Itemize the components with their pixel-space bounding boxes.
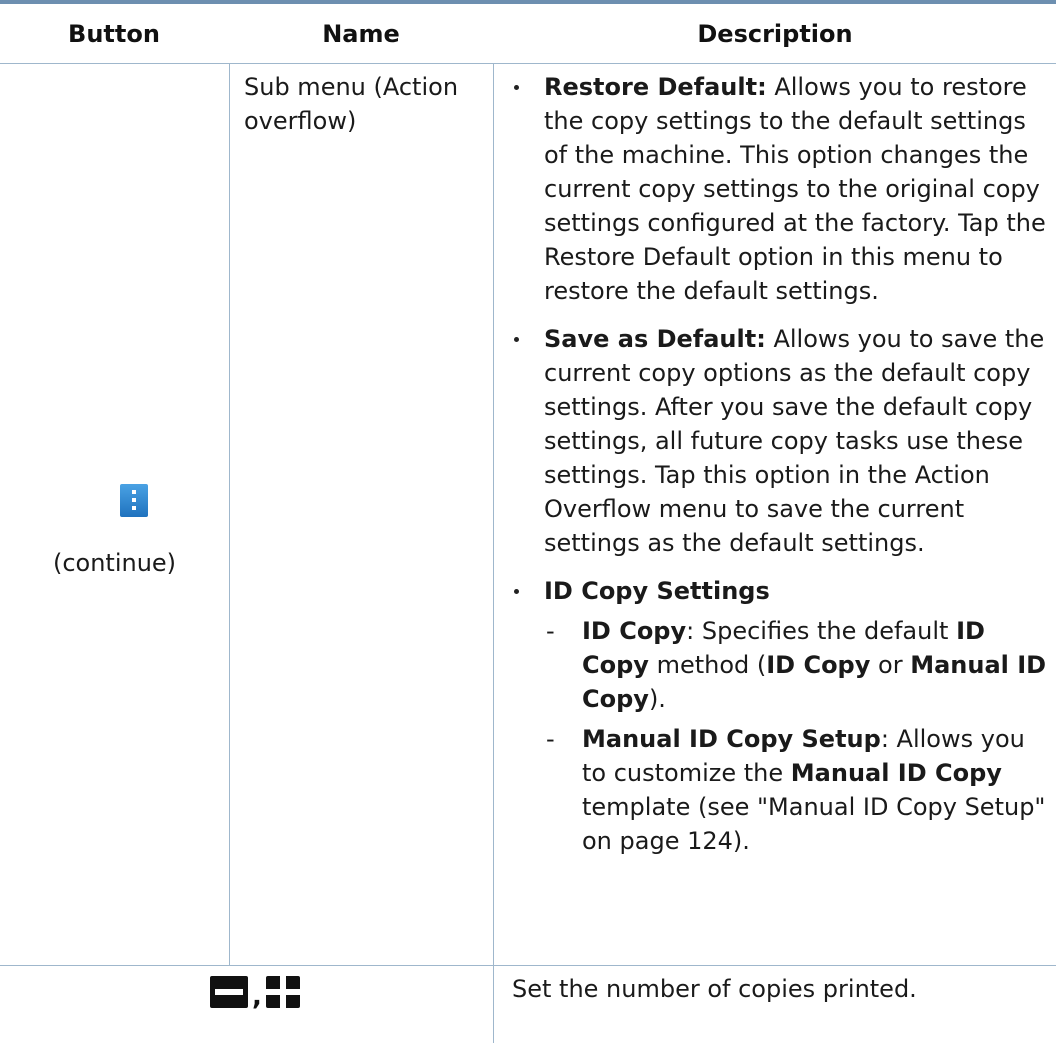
copy-buttons-table: Button Name Description (continue) Sub m… xyxy=(0,0,1056,1043)
list-item-id-copy-settings: ID Copy Settings - ID Copy: Specifies th… xyxy=(512,574,1052,858)
subitem-bold: ID Copy xyxy=(766,651,871,679)
subitem-text: ). xyxy=(648,685,666,713)
button-caption: (continue) xyxy=(52,549,177,577)
column-divider-1 xyxy=(229,64,230,965)
name-cell: Sub menu (Action overflow) xyxy=(244,73,459,135)
table-top-rule xyxy=(0,0,1056,4)
subitem-manual-id-copy-setup: - Manual ID Copy Setup: Allows you to cu… xyxy=(544,722,1052,858)
header-divider xyxy=(0,63,1056,64)
header-button: Button xyxy=(68,20,160,48)
icon-separator: , xyxy=(252,982,262,1012)
item-term: ID Copy Settings xyxy=(544,577,770,605)
subitem-text: method ( xyxy=(648,651,767,679)
plus-icon xyxy=(266,976,300,1008)
item-text: Allows you to restore the copy settings … xyxy=(544,73,1046,305)
minus-icon xyxy=(210,976,248,1008)
list-item-restore-default: Restore Default: Allows you to restore t… xyxy=(512,70,1052,308)
description-cell: Restore Default: Allows you to restore t… xyxy=(512,70,1052,872)
subitem-text: template (see "Manual ID Copy Setup" on … xyxy=(582,793,1046,855)
subitem-id-copy: - ID Copy: Specifies the default ID Copy… xyxy=(544,614,1052,716)
subitem-bold: Manual ID Copy xyxy=(790,759,1002,787)
item-term: Restore Default: xyxy=(544,73,767,101)
copies-description: Set the number of copies printed. xyxy=(512,975,917,1003)
row-divider xyxy=(0,965,1056,966)
subitem-text: : Specifies the default xyxy=(686,617,957,645)
subitem-term: ID Copy xyxy=(582,617,687,645)
header-name: Name xyxy=(322,20,400,48)
dash: - xyxy=(546,725,555,753)
column-divider-2 xyxy=(493,64,494,1043)
item-text: Allows you to save the current copy opti… xyxy=(544,325,1045,557)
list-item-save-as-default: Save as Default: Allows you to save the … xyxy=(512,322,1052,560)
item-term: Save as Default: xyxy=(544,325,766,353)
subitem-term: Manual ID Copy Setup xyxy=(582,725,881,753)
subitem-text: or xyxy=(870,651,911,679)
action-overflow-icon xyxy=(120,484,148,517)
dash: - xyxy=(546,617,555,645)
header-description: Description xyxy=(697,20,853,48)
